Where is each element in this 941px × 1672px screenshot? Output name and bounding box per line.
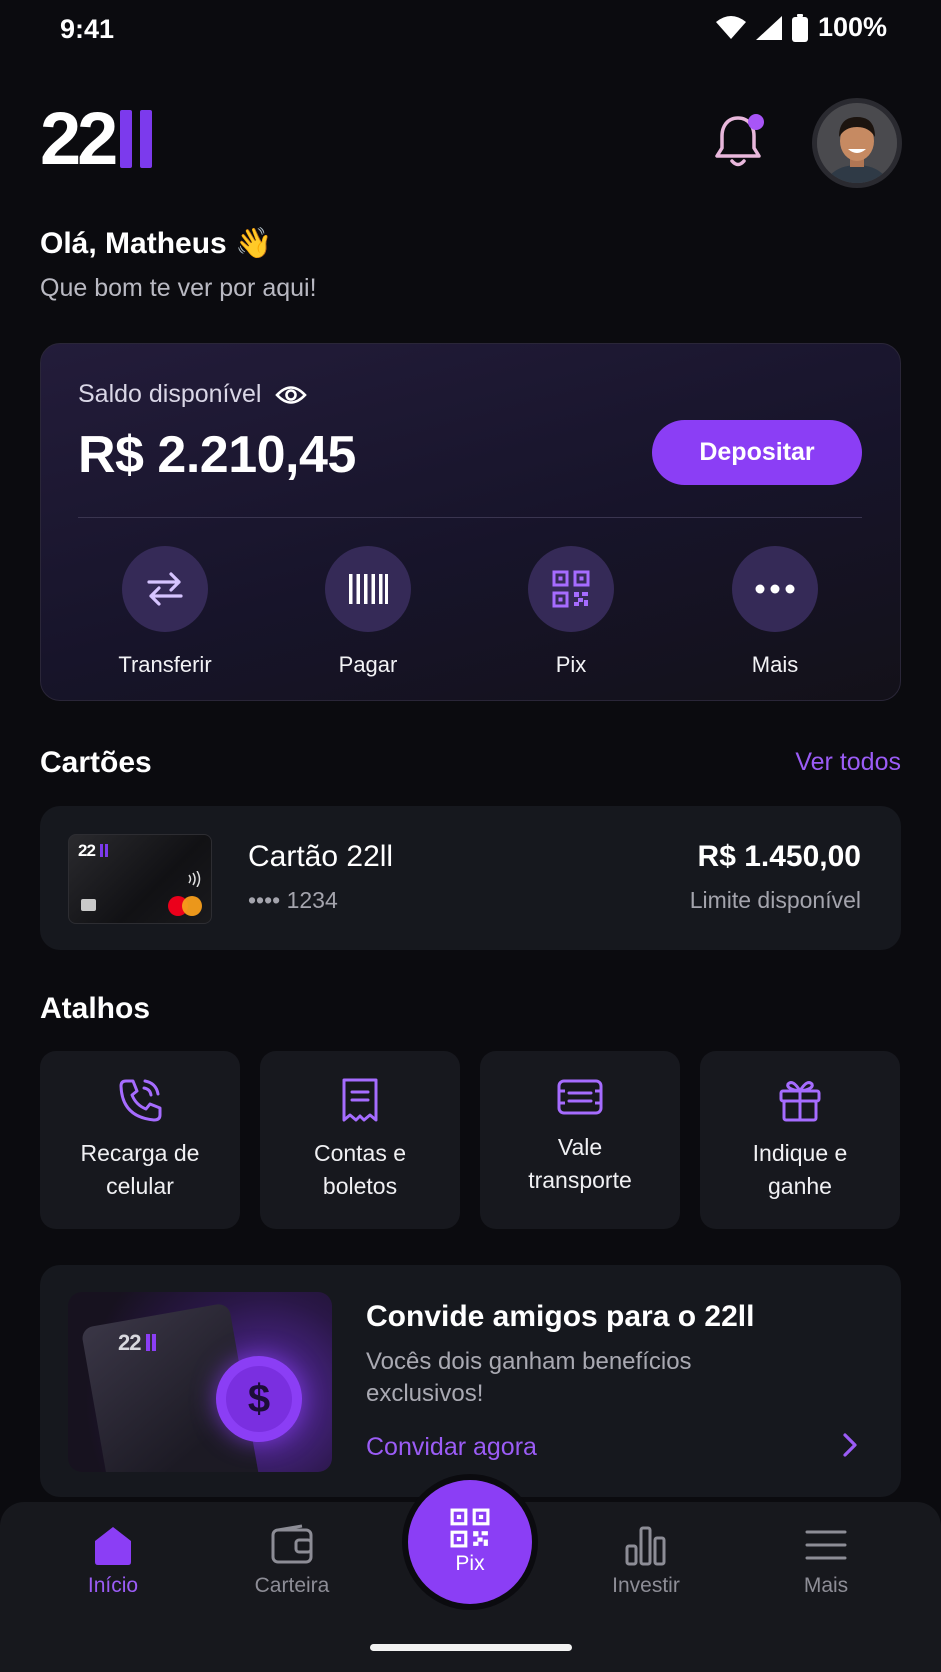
mastercard-icon (168, 896, 202, 916)
wave-emoji: 👋 (235, 227, 273, 260)
shortcut-label: Recarga de celular (80, 1140, 200, 1199)
cards-section-title: Cartões (40, 746, 152, 779)
menu-icon (805, 1530, 847, 1560)
action-more[interactable]: Mais (695, 546, 855, 678)
promo-description: Vocês dois ganham benefícios exclusivos! (366, 1348, 692, 1407)
promo-brand-bars (146, 1334, 156, 1351)
action-label: Transferir (118, 652, 212, 677)
promo-title: Convide amigos para o 22ll (366, 1300, 755, 1333)
greeting-subtitle: Que bom te ver por aqui! (40, 274, 317, 302)
balance-label-text: Saldo disponível (78, 380, 262, 408)
action-label: Pagar (338, 652, 398, 677)
nav-invest[interactable]: Investir (581, 1524, 711, 1598)
deposit-button[interactable]: Depositar (652, 420, 862, 485)
contactless-icon (188, 871, 201, 887)
logo-text: 22 (40, 97, 118, 180)
greeting-text: Olá, Matheus (40, 227, 227, 260)
transfer-icon (147, 572, 183, 606)
card-number: •••• 1234 (248, 887, 338, 913)
nav-more[interactable]: Mais (761, 1524, 891, 1598)
phone-icon (119, 1079, 162, 1122)
balance-value: R$ 2.210,45 (78, 426, 356, 484)
nav-home[interactable]: Início (48, 1524, 178, 1598)
barcode-icon (349, 574, 388, 604)
logo-bars (120, 110, 153, 168)
action-label: Pix (555, 652, 587, 677)
action-transfer[interactable]: Transferir (85, 546, 245, 678)
qr-code-icon (552, 570, 590, 608)
card-limit-label: Limite disponível (689, 887, 861, 913)
card-chip (81, 899, 96, 911)
more-dots-icon (755, 584, 795, 594)
shortcut-transport[interactable]: Vale transporte (480, 1051, 680, 1229)
nav-label: Início (87, 1574, 139, 1597)
gift-icon (779, 1081, 821, 1122)
promo-image: 22 $ (68, 1292, 332, 1472)
receipt-icon (342, 1078, 378, 1122)
card-brand-bars (100, 844, 108, 857)
home-indicator (370, 1644, 572, 1651)
card-name: Cartão 22ll (248, 840, 394, 873)
battery-icon (791, 13, 808, 42)
dollar-coin-icon: $ (216, 1356, 302, 1442)
shortcuts-section-title: Atalhos (40, 992, 151, 1025)
card-brand-text: 22 (78, 841, 96, 860)
wallet-icon (271, 1524, 313, 1564)
invite-now-link[interactable]: Convidar agora (366, 1433, 537, 1462)
ticket-icon (557, 1079, 603, 1115)
card-thumbnail: 22 (68, 834, 212, 924)
avatar[interactable] (812, 98, 902, 188)
shortcut-bills[interactable]: Contas e boletos (260, 1051, 460, 1229)
eye-icon[interactable] (275, 384, 308, 406)
wifi-icon (715, 15, 746, 39)
status-time: 9:41 (60, 14, 115, 44)
pix-fab-button[interactable]: Pix (408, 1480, 532, 1604)
action-pay[interactable]: Pagar (288, 546, 448, 678)
bar-chart-icon (625, 1526, 666, 1566)
shortcut-refer[interactable]: Indique e ganhe (700, 1051, 900, 1229)
notification-badge (748, 114, 764, 130)
nav-label: Investir (612, 1574, 680, 1597)
shortcut-label: Indique e ganhe (752, 1140, 848, 1199)
see-all-cards-link[interactable]: Ver todos (795, 748, 901, 777)
action-label: Mais (751, 652, 799, 677)
balance-divider (78, 517, 862, 518)
home-icon (95, 1527, 131, 1565)
app-logo: 22 (40, 97, 153, 180)
battery-percent: 100% (817, 12, 887, 42)
chevron-right-icon[interactable] (840, 1432, 860, 1458)
shortcut-label: Vale transporte (528, 1134, 632, 1193)
nav-label: Carteira (254, 1574, 330, 1597)
nav-wallet[interactable]: Carteira (227, 1524, 357, 1598)
greeting: Olá, Matheus 👋 (40, 226, 272, 261)
promo-brand-text: 22 (118, 1330, 142, 1355)
shortcut-label: Contas e boletos (313, 1140, 407, 1199)
card-limit-amount: R$ 1.450,00 (697, 840, 861, 873)
shortcut-phone-recharge[interactable]: Recarga de celular (40, 1051, 240, 1229)
nav-label: Mais (803, 1574, 849, 1597)
status-icons: 100% (715, 12, 887, 43)
nav-label: Pix (455, 1552, 485, 1575)
balance-label: Saldo disponível (78, 380, 308, 409)
signal-icon (755, 15, 782, 40)
action-pix[interactable]: Pix (491, 546, 651, 678)
qr-code-icon (450, 1508, 490, 1548)
avatar-portrait-icon (817, 103, 897, 183)
